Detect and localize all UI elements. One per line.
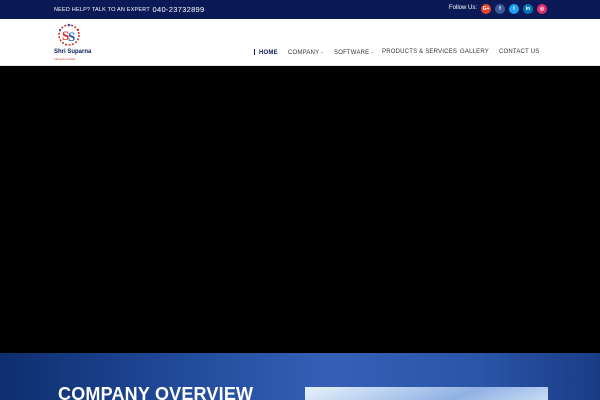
nav-company[interactable]: COMPANY⌄ [288, 49, 324, 56]
chevron-down-icon: ⌄ [370, 49, 374, 54]
nav-home[interactable]: HOME [254, 49, 278, 56]
instagram-icon[interactable]: ◎ [537, 4, 547, 14]
logo-tagline: Infotech Limited [54, 57, 76, 61]
google-plus-icon[interactable]: G+ [481, 4, 491, 14]
nav-contact-us[interactable]: CONTACT US [499, 49, 539, 55]
site-logo[interactable]: S S Shri Suparna Infotech Limited [53, 22, 101, 62]
nav-products-services[interactable]: PRODUCTS & SERVICES [382, 49, 457, 55]
overview-title: COMPANY OVERVIEW [58, 384, 254, 400]
svg-text:S: S [68, 29, 75, 44]
chevron-down-icon: ⌄ [320, 49, 324, 54]
nav-company-label: COMPANY [288, 50, 320, 56]
nav-software[interactable]: SOFTWARE⌄ [334, 49, 374, 56]
overview-image [305, 387, 548, 400]
nav-home-label: HOME [259, 50, 278, 56]
facebook-icon[interactable]: f [495, 4, 505, 14]
twitter-icon[interactable]: t [509, 4, 519, 14]
nav-software-label: SOFTWARE [334, 50, 370, 56]
help-text: NEED HELP? TALK TO AN EXPERT 040-2373289… [54, 5, 205, 14]
phone-number[interactable]: 040-23732899 [153, 5, 205, 14]
nav-gallery[interactable]: GALLERY [460, 49, 489, 55]
top-bar: NEED HELP? TALK TO AN EXPERT 040-2373289… [0, 0, 600, 19]
logo-mark-icon: S S [58, 23, 80, 46]
site-header: S S Shri Suparna Infotech Limited HOME C… [0, 19, 600, 66]
help-label: NEED HELP? TALK TO AN EXPERT [54, 7, 150, 13]
logo-name: Shri Suparna [54, 49, 92, 55]
hero-video[interactable] [0, 66, 600, 353]
linkedin-icon[interactable]: in [523, 4, 533, 14]
follow-us-label: Follow Us: [449, 5, 478, 11]
company-overview-section: COMPANY OVERVIEW [0, 353, 600, 400]
active-indicator [254, 49, 255, 55]
